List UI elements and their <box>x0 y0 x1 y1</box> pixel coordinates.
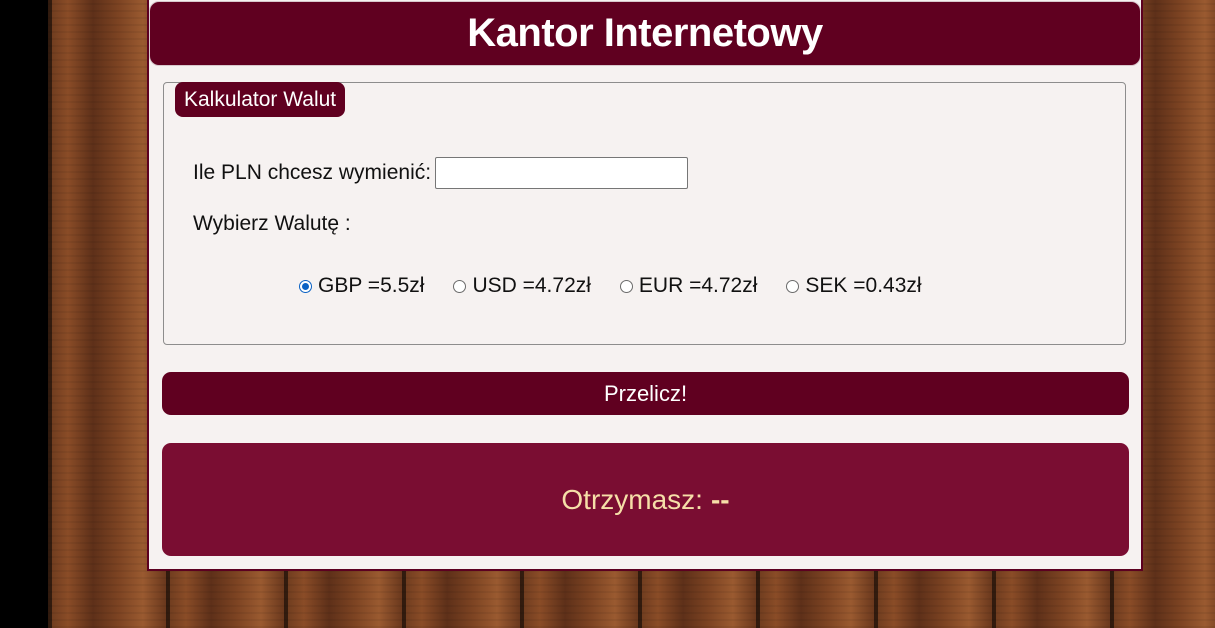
radio-label-sek: SEK =0.43zł <box>805 274 922 297</box>
radio-label-eur: EUR =4.72zł <box>638 274 758 297</box>
page-header: Kantor Internetowy <box>149 1 1141 66</box>
radio-button-sek[interactable] <box>786 279 800 293</box>
radio-option-gbp[interactable]: GBP =5.5zł <box>299 274 424 298</box>
radio-option-usd[interactable]: USD =4.72zł <box>453 274 591 298</box>
result-label: Otrzymasz: <box>561 483 703 515</box>
result-value: -- <box>710 483 730 515</box>
amount-row: Ile PLN chcesz wymienić: <box>193 157 689 189</box>
result-box: Otrzymasz: -- <box>162 443 1129 556</box>
currency-label: Wybierz Walutę : <box>193 212 351 235</box>
radio-option-eur[interactable]: EUR =4.72zł <box>619 274 758 298</box>
radio-button-gbp[interactable] <box>299 279 312 293</box>
currency-radio-group: GBP =5.5zł USD =4.72zł EUR =4.72zł SEK =… <box>299 272 922 300</box>
calculator-legend: Kalkulator Walut <box>175 82 346 117</box>
radio-label-gbp: GBP =5.5zł <box>318 274 425 297</box>
convert-button[interactable]: Przelicz! <box>162 372 1129 415</box>
amount-input[interactable] <box>435 157 689 189</box>
page-title: Kantor Internetowy <box>467 11 823 55</box>
radio-label-usd: USD =4.72zł <box>472 274 591 297</box>
radio-button-usd[interactable] <box>453 279 467 293</box>
radio-button-eur[interactable] <box>619 279 633 293</box>
radio-option-sek[interactable]: SEK =0.43zł <box>786 274 922 298</box>
amount-label: Ile PLN chcesz wymienić: <box>193 161 432 184</box>
